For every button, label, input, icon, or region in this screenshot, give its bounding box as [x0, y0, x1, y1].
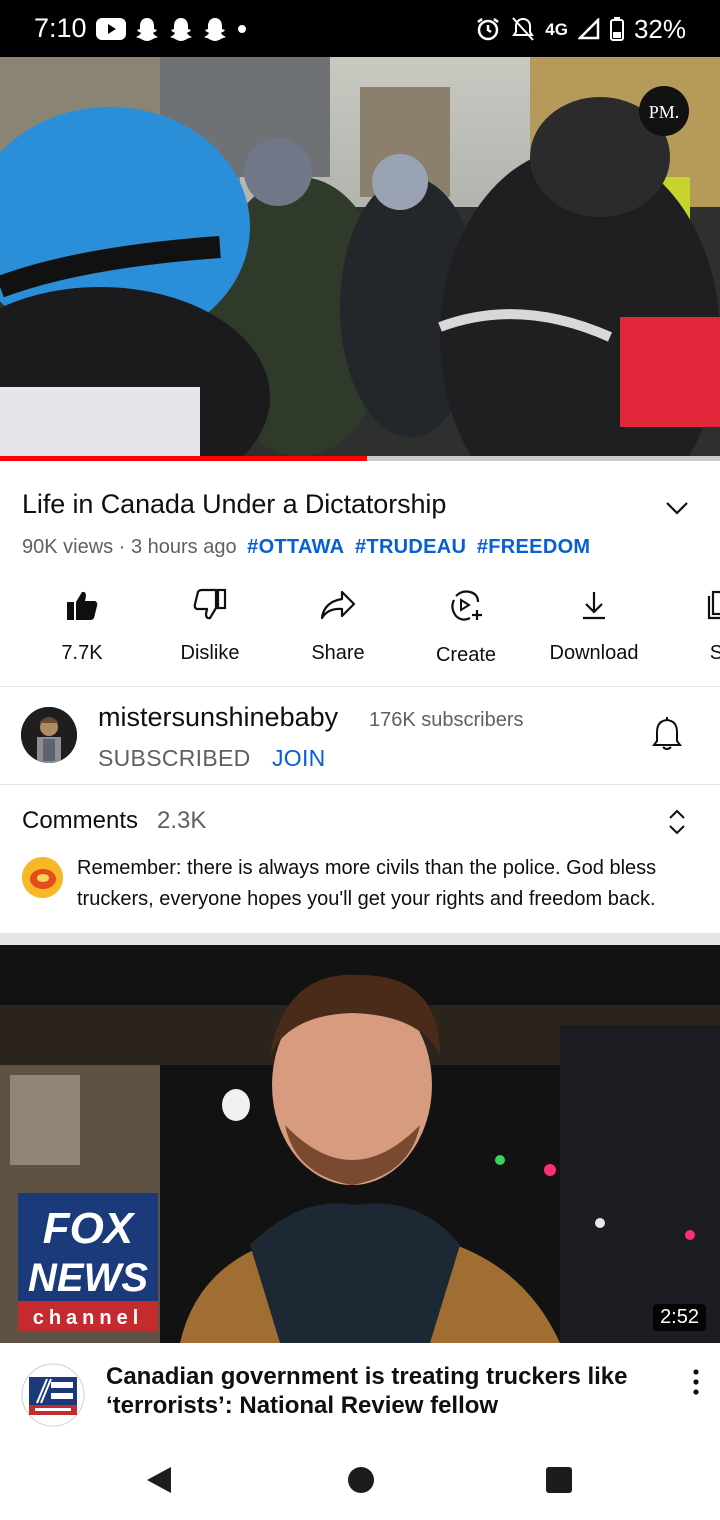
more-notifications-dot-icon	[238, 25, 246, 33]
expand-collapse-icon[interactable]	[666, 807, 688, 837]
back-icon[interactable]	[144, 1465, 174, 1495]
save-icon	[707, 590, 720, 620]
like-button[interactable]: 7.7K	[18, 588, 146, 665]
snapchat-notification-icon	[136, 18, 158, 41]
battery-icon	[609, 17, 624, 41]
top-comment-text: Remember: there is always more civils th…	[77, 857, 657, 910]
like-count: 7.7K	[61, 642, 103, 664]
hashtag-link[interactable]: #FREEDOM	[477, 536, 591, 558]
battery-percent: 32%	[633, 13, 686, 44]
alarm-icon	[477, 18, 500, 41]
download-icon	[583, 592, 605, 620]
view-count: 90K views	[22, 536, 114, 558]
thumbs-down-icon	[193, 588, 227, 620]
notification-icons	[96, 14, 248, 44]
fox-news-logo-icon	[21, 1363, 85, 1427]
channel-row[interactable]: mistersunshinebaby 176K subscribers SUBS…	[0, 688, 720, 784]
create-icon	[451, 590, 482, 621]
snapchat-notification-icon	[170, 18, 192, 41]
watermark-text: PM.	[649, 102, 680, 122]
status-time: 7:10	[34, 13, 87, 43]
video-duration-badge: 2:52	[653, 1304, 706, 1331]
progress-fill	[0, 456, 368, 461]
divider	[0, 686, 720, 687]
commenter-avatar[interactable]	[22, 857, 63, 898]
comments-section[interactable]: Comments 2.3K Remember: there is always …	[0, 785, 720, 933]
muted-bell-icon	[512, 17, 535, 41]
save-label: Sa	[709, 642, 720, 664]
create-button[interactable]: Create	[402, 588, 530, 667]
action-row: 7.7K Dislike Share Create Download Sa	[0, 588, 720, 678]
hashtag-link[interactable]: #OTTAWA	[247, 536, 344, 558]
save-button[interactable]: Sa	[658, 588, 720, 665]
progress-bar[interactable]	[0, 456, 720, 461]
subscribed-button[interactable]: SUBSCRIBED	[98, 745, 251, 772]
create-label: Create	[435, 644, 497, 666]
dislike-button[interactable]: Dislike	[146, 588, 274, 665]
signal-icon	[577, 18, 600, 40]
download-button[interactable]: Download	[530, 588, 658, 665]
fox-logo-text: FOX	[43, 1204, 136, 1253]
video-player[interactable]: PM.	[0, 57, 720, 459]
hashtag-link[interactable]: #TRUDEAU	[355, 536, 466, 558]
home-icon[interactable]	[347, 1466, 375, 1494]
video-meta: 90K views · 3 hours ago #OTTAWA #TRUDEAU…	[22, 536, 591, 558]
news-logo-text: NEWS	[28, 1256, 148, 1300]
share-button[interactable]: Share	[274, 588, 402, 665]
video-frame: PM.	[0, 57, 720, 459]
subscriber-count: 176K subscribers	[369, 709, 524, 731]
dislike-label: Dislike	[180, 642, 240, 664]
section-separator	[0, 933, 720, 945]
system-icons: 4G 32%	[475, 13, 686, 45]
thumbs-up-filled-icon	[67, 591, 98, 620]
channel-avatar-image	[21, 707, 77, 763]
share-icon	[320, 590, 356, 620]
upload-age: 3 hours ago	[130, 536, 237, 558]
more-options-icon[interactable]	[690, 1368, 702, 1396]
snapchat-notification-icon	[204, 18, 226, 41]
recommended-video-title[interactable]: Canadian government is treating truckers…	[106, 1362, 666, 1420]
download-label: Download	[549, 642, 639, 664]
recents-icon[interactable]	[545, 1466, 573, 1494]
thumbnail-image: FOX NEWS channel	[0, 945, 720, 1343]
youtube-notification-icon	[96, 18, 126, 40]
recommended-channel-avatar[interactable]	[21, 1363, 85, 1427]
commenter-avatar-image	[22, 857, 63, 898]
network-type-label: 4G	[545, 19, 568, 39]
channel-avatar[interactable]	[21, 707, 77, 763]
join-button[interactable]: JOIN	[272, 745, 326, 772]
system-navigation-bar	[0, 1438, 720, 1520]
share-label: Share	[311, 642, 365, 664]
channel-logo-text: channel	[33, 1307, 144, 1329]
video-title[interactable]: Life in Canada Under a Dictatorship	[22, 489, 446, 520]
channel-name[interactable]: mistersunshinebaby	[98, 702, 338, 733]
comments-count: 2.3K	[157, 807, 207, 834]
comments-title: Comments	[22, 807, 139, 834]
notification-bell-icon[interactable]	[650, 716, 684, 752]
status-bar: 7:10 4G 32%	[0, 0, 720, 57]
recommended-video-thumbnail[interactable]: FOX NEWS channel 2:52	[0, 945, 720, 1343]
chevron-down-icon[interactable]	[664, 498, 690, 518]
